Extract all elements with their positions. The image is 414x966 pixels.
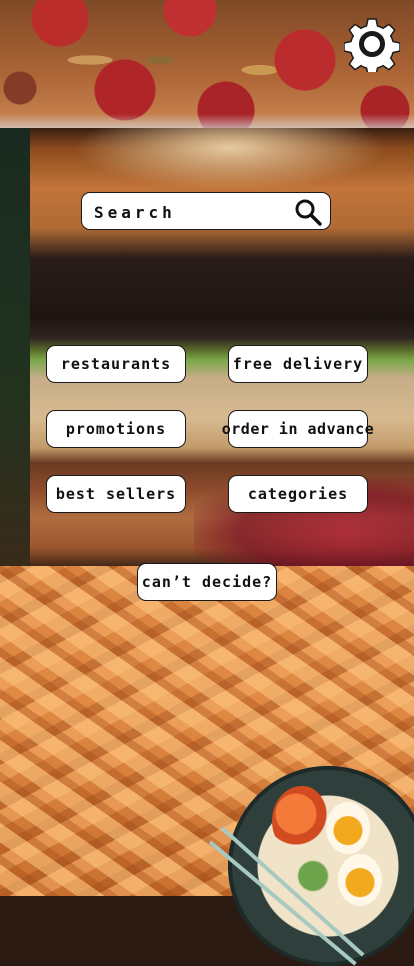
cant-decide-button[interactable]: can’t decide? [137,563,277,601]
best-sellers-button[interactable]: best sellers [46,475,186,513]
free-delivery-button[interactable]: free delivery [228,345,368,383]
search-icon[interactable] [294,198,322,226]
search-input[interactable] [92,197,292,227]
order-in-advance-button[interactable]: order in advance [222,410,374,448]
search-bar[interactable] [81,192,331,230]
restaurants-button[interactable]: restaurants [46,345,186,383]
categories-button[interactable]: categories [228,475,368,513]
gear-icon[interactable] [343,16,401,76]
promotions-button[interactable]: promotions [46,410,186,448]
ramen-bowl-image [208,766,414,966]
